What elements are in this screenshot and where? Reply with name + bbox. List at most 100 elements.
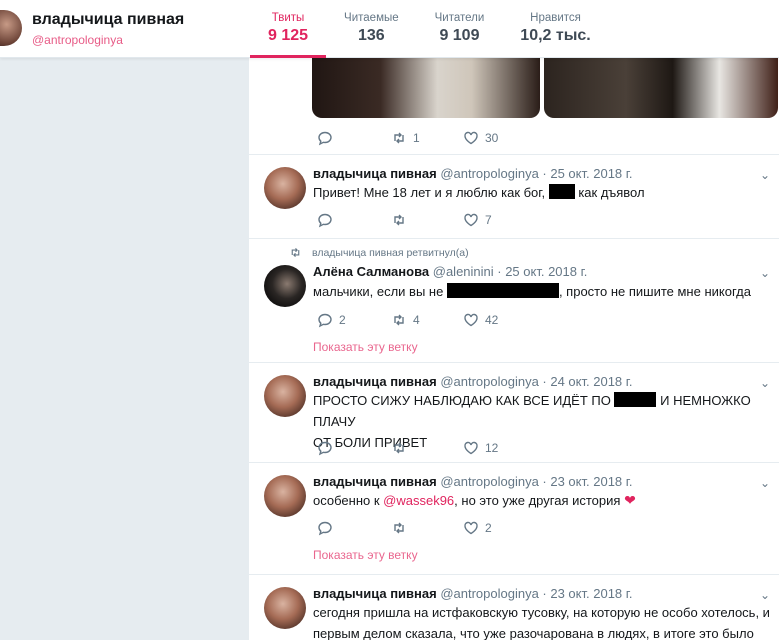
retweet-button[interactable]	[391, 212, 463, 228]
timeline: 1 30 владычица пивная @antropologinya · …	[248, 0, 779, 640]
tweet-header: владычица пивная @antropologinya · 25 ок…	[313, 166, 633, 181]
like-icon	[464, 521, 478, 535]
chevron-down-icon[interactable]: ⌄	[760, 266, 770, 280]
chevron-down-icon[interactable]: ⌄	[760, 476, 770, 490]
chevron-down-icon[interactable]: ⌄	[760, 376, 770, 390]
tweet[interactable]: владычица пивная @antropologinya · 23 ок…	[249, 462, 779, 574]
retweet-count: 1	[413, 131, 420, 145]
like-button[interactable]: 12	[463, 440, 535, 456]
like-count: 2	[485, 521, 492, 535]
retweet-icon	[394, 214, 404, 226]
author-meta[interactable]: @antropologinya · 25 окт. 2018 г.	[440, 166, 632, 181]
profile-name[interactable]: владычица пивная	[32, 11, 184, 29]
stat-label: Читаемые	[344, 12, 399, 24]
reply-button[interactable]	[317, 520, 389, 536]
like-icon	[464, 213, 478, 227]
stat-value: 9 125	[268, 27, 309, 44]
tweet-text-part: Привет! Мне 18 лет и я люблю как бог,	[313, 185, 546, 200]
tab-followers[interactable]: Читатели 9 109	[417, 0, 503, 58]
like-button[interactable]: 42	[463, 312, 535, 328]
retweet-button[interactable]	[391, 520, 463, 536]
tweet-text: особенно к @wassek96, но это уже другая …	[313, 490, 773, 511]
show-thread-link[interactable]: Показать эту ветку	[313, 548, 418, 562]
chevron-down-icon[interactable]: ⌄	[760, 168, 770, 182]
like-button[interactable]: 2	[463, 520, 535, 536]
tweet-media[interactable]	[312, 58, 778, 118]
like-icon	[464, 131, 478, 145]
author-meta[interactable]: @antropologinya · 24 окт. 2018 г.	[440, 374, 632, 389]
tweet-text-part: как дъявол	[578, 185, 645, 200]
profile-stats-nav: Твиты 9 125 Читаемые 136 Читатели 9 109 …	[250, 0, 609, 58]
stat-value: 136	[357, 27, 385, 44]
author-name[interactable]: Алёна Салманова	[313, 264, 429, 279]
tweet-text-part: ПРОСТО СИЖУ НАБЛЮДАЮ КАК ВСЕ ИДЁТ ПО	[313, 393, 611, 408]
avatar[interactable]	[264, 475, 306, 517]
tweet-header: владычица пивная @antropologinya · 24 ок…	[313, 374, 633, 389]
author-meta[interactable]: @antropologinya · 23 окт. 2018 г.	[440, 586, 632, 601]
reply-button[interactable]	[317, 130, 389, 146]
avatar[interactable]	[264, 265, 306, 307]
retweet-button[interactable]: 1	[391, 130, 463, 146]
chevron-down-icon[interactable]: ⌄	[760, 588, 770, 602]
reply-button[interactable]	[317, 440, 389, 456]
like-icon	[464, 313, 478, 327]
avatar[interactable]	[264, 587, 306, 629]
redaction-block	[614, 392, 657, 407]
show-thread-link[interactable]: Показать эту ветку	[313, 340, 418, 354]
reply-icon	[318, 213, 332, 228]
retweet-icon	[291, 248, 300, 257]
retweet-icon	[394, 314, 404, 326]
reply-icon	[318, 131, 332, 146]
tweet-text: сегодня пришла на истфаковскую тусовку, …	[313, 602, 773, 640]
tweet-actions: 2 4 42	[317, 312, 535, 328]
like-count: 42	[485, 313, 499, 327]
stat-label: Твиты	[271, 12, 305, 24]
mention-link[interactable]: @wassek96	[383, 493, 454, 508]
tweet-text-part: сегодня пришла на истфаковскую тусовку, …	[313, 605, 770, 620]
stat-label: Нравится	[530, 12, 581, 24]
author-name[interactable]: владычица пивная	[313, 166, 437, 181]
reply-button[interactable]: 2	[317, 312, 389, 328]
retweet-button[interactable]: 4	[391, 312, 463, 328]
like-button[interactable]: 30	[463, 130, 535, 146]
retweet-context: владычица пивная ретвитнул(а)	[289, 246, 469, 259]
tweet-text-part: особенно к	[313, 493, 380, 508]
author-meta[interactable]: @antropologinya · 23 окт. 2018 г.	[440, 474, 632, 489]
retweeted-by-label[interactable]: владычица пивная ретвитнул(а)	[312, 247, 469, 259]
retweet-icon	[394, 442, 404, 454]
reply-button[interactable]	[317, 212, 389, 228]
avatar[interactable]	[264, 375, 306, 417]
stat-value: 9 109	[439, 27, 480, 44]
avatar[interactable]	[264, 167, 306, 209]
retweet-count: 4	[413, 313, 420, 327]
author-name[interactable]: владычица пивная	[313, 374, 437, 389]
tweet-text: мальчики, если вы не , просто не пишите …	[313, 281, 773, 302]
like-count: 12	[485, 441, 499, 455]
avatar[interactable]	[0, 10, 22, 46]
reply-icon	[318, 313, 332, 328]
tab-tweets[interactable]: Твиты 9 125	[250, 0, 327, 58]
retweet-button[interactable]	[391, 440, 463, 456]
tweet-actions: 7	[317, 212, 535, 228]
tweet[interactable]: владычица пивная @antropologinya · 23 ок…	[249, 574, 779, 640]
media-photo-1[interactable]	[312, 58, 540, 118]
author-meta[interactable]: @aleninini · 25 окт. 2018 г.	[433, 264, 588, 279]
like-count: 30	[485, 131, 499, 145]
tweet[interactable]: владычица пивная @antropologinya · 25 ок…	[249, 154, 779, 238]
tweet-retweeted[interactable]: владычица пивная ретвитнул(а) Алёна Салм…	[249, 238, 779, 362]
profile-handle[interactable]: @antropologinya	[32, 33, 123, 47]
tab-following[interactable]: Читаемые 136	[326, 0, 417, 58]
media-photo-2[interactable]	[544, 58, 778, 118]
like-icon	[464, 441, 478, 455]
author-name[interactable]: владычица пивная	[313, 586, 437, 601]
author-name[interactable]: владычица пивная	[313, 474, 437, 489]
tweet-header: владычица пивная @antropologinya · 23 ок…	[313, 474, 633, 489]
tweet-text-part: , но это уже другая история	[454, 493, 621, 508]
heart-emoji-icon: ❤	[624, 492, 636, 508]
tweet-header: Алёна Салманова @aleninini · 25 окт. 201…	[313, 264, 587, 279]
tweet-actions: 12	[317, 440, 535, 456]
tweet[interactable]: владычица пивная @antropologinya · 24 ок…	[249, 362, 779, 462]
tweet-text-part: , просто не пишите мне никогда	[558, 284, 751, 299]
like-button[interactable]: 7	[463, 212, 535, 228]
tab-likes[interactable]: Нравится 10,2 тыс.	[502, 0, 608, 58]
